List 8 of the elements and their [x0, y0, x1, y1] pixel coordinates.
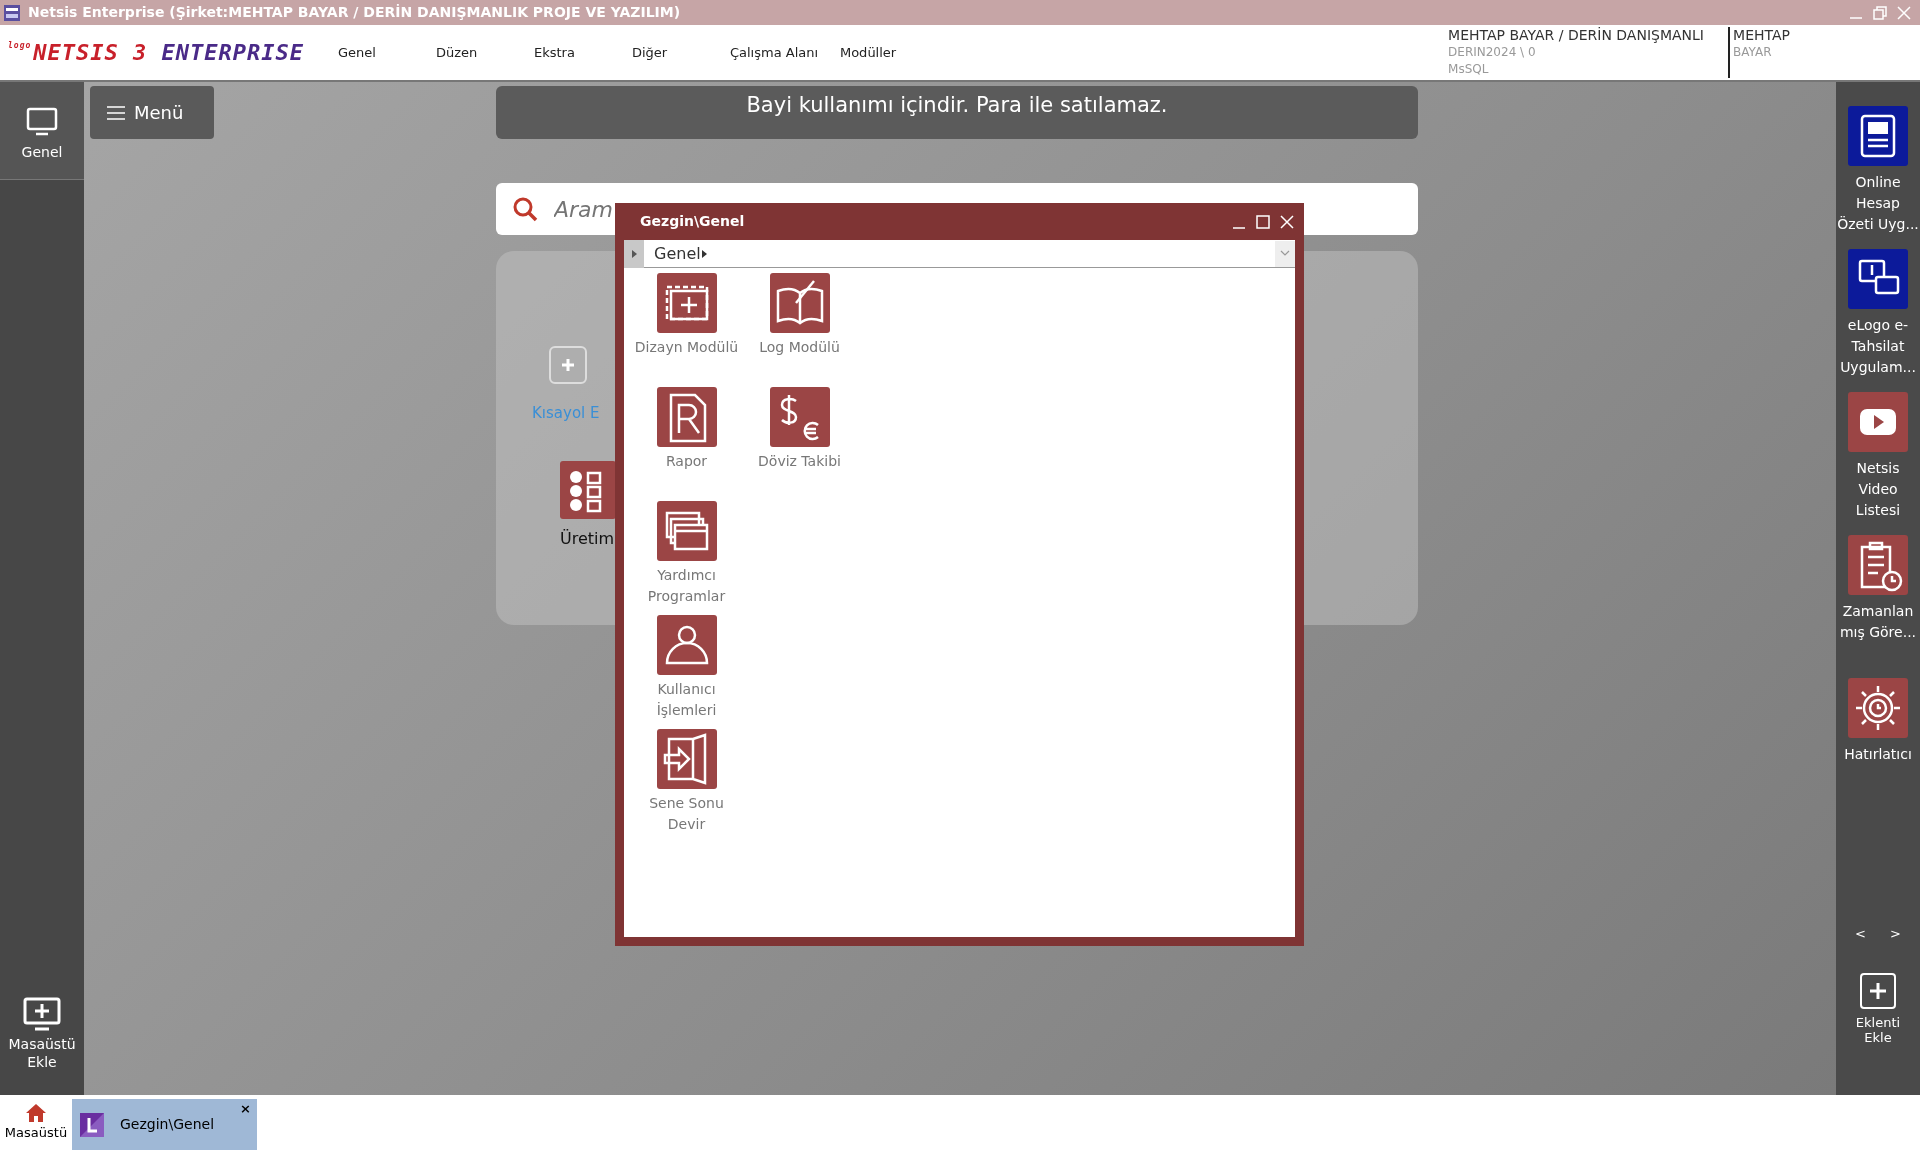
- dialog-title: Gezgin\Genel: [640, 212, 745, 231]
- user-surname: BAYAR: [1733, 44, 1773, 61]
- window-title: Netsis Enterprise (Şirket:MEHTAP BAYAR / DERİN DANIŞMANLIK PROJE VE YAZILIM): [28, 3, 681, 22]
- user-name: MEHTAP: [1733, 27, 1790, 44]
- database-name: DERIN2024 \ 0: [1448, 44, 1537, 61]
- notice-banner: Bayi kullanımı içindir. Para ile satılamaz.: [496, 86, 1418, 139]
- server-type: MsSQL: [1448, 61, 1490, 78]
- company-name: MEHTAP BAYAR / DERİN DANIŞMANLI: [1448, 27, 1705, 44]
